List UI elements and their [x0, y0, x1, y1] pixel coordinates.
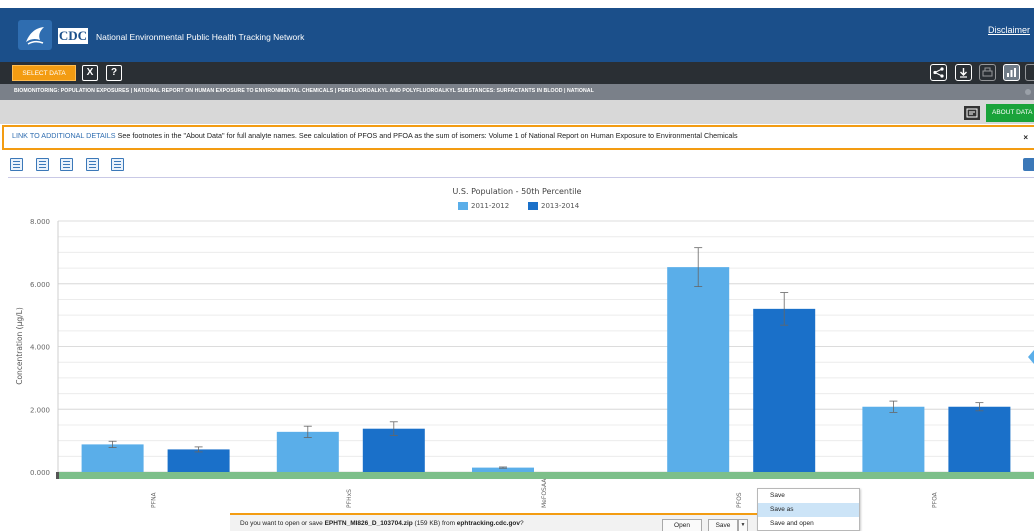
y-tick-label: 2.000: [30, 406, 50, 414]
bar: [753, 308, 816, 472]
side-panel-arrow-icon[interactable]: [1028, 350, 1034, 364]
save-button[interactable]: Save: [708, 519, 738, 531]
menu-item-save[interactable]: Save: [758, 489, 859, 503]
y-tick-label: 0.000: [30, 469, 50, 477]
download-size: (159 KB) from: [412, 520, 457, 527]
download-site: ephtracking.cdc.gov: [456, 520, 521, 527]
menu-item-save-as[interactable]: Save as: [758, 503, 859, 517]
x-tick-label: PFOA: [931, 491, 938, 508]
y-axis-label: Concentration (µg/L): [15, 307, 24, 385]
menu-item-save-and-open[interactable]: Save and open: [758, 517, 859, 531]
y-tick-label: 6.000: [30, 281, 50, 289]
x-tick-label: PFHxS: [346, 489, 353, 508]
y-tick-label: 4.000: [30, 344, 50, 352]
x-tick-label: PFOS: [736, 492, 743, 508]
save-dropdown-arrow-icon[interactable]: ▼: [738, 519, 748, 531]
download-prefix: Do you want to open or save: [240, 520, 325, 527]
bar: [667, 267, 730, 472]
page-root: CDC National Environmental Public Health…: [0, 0, 1034, 531]
download-message: Do you want to open or save EPHTN_MI826_…: [240, 520, 524, 527]
download-filename: EPHTN_MI826_D_103704.zip: [324, 520, 413, 527]
bar: [81, 444, 144, 472]
bar: [167, 449, 230, 472]
download-notification: Do you want to open or save EPHTN_MI826_…: [230, 513, 770, 531]
bar: [948, 406, 1011, 472]
x-tick-label: PFNA: [151, 491, 158, 508]
y-tick-label: 8.000: [30, 218, 50, 226]
bar-chart: 0.000 2.000 4.000 6.000 8.000 Concentration (…: [15, 218, 1034, 508]
open-button[interactable]: Open: [662, 519, 702, 531]
bar: [862, 406, 925, 472]
x-tick-label: MeFOSAA: [541, 478, 548, 508]
x-axis-band: [58, 472, 1034, 479]
save-menu: Save Save as Save and open: [757, 488, 860, 531]
download-suffix: ?: [520, 520, 524, 527]
x-axis-band-handle: [56, 472, 59, 479]
